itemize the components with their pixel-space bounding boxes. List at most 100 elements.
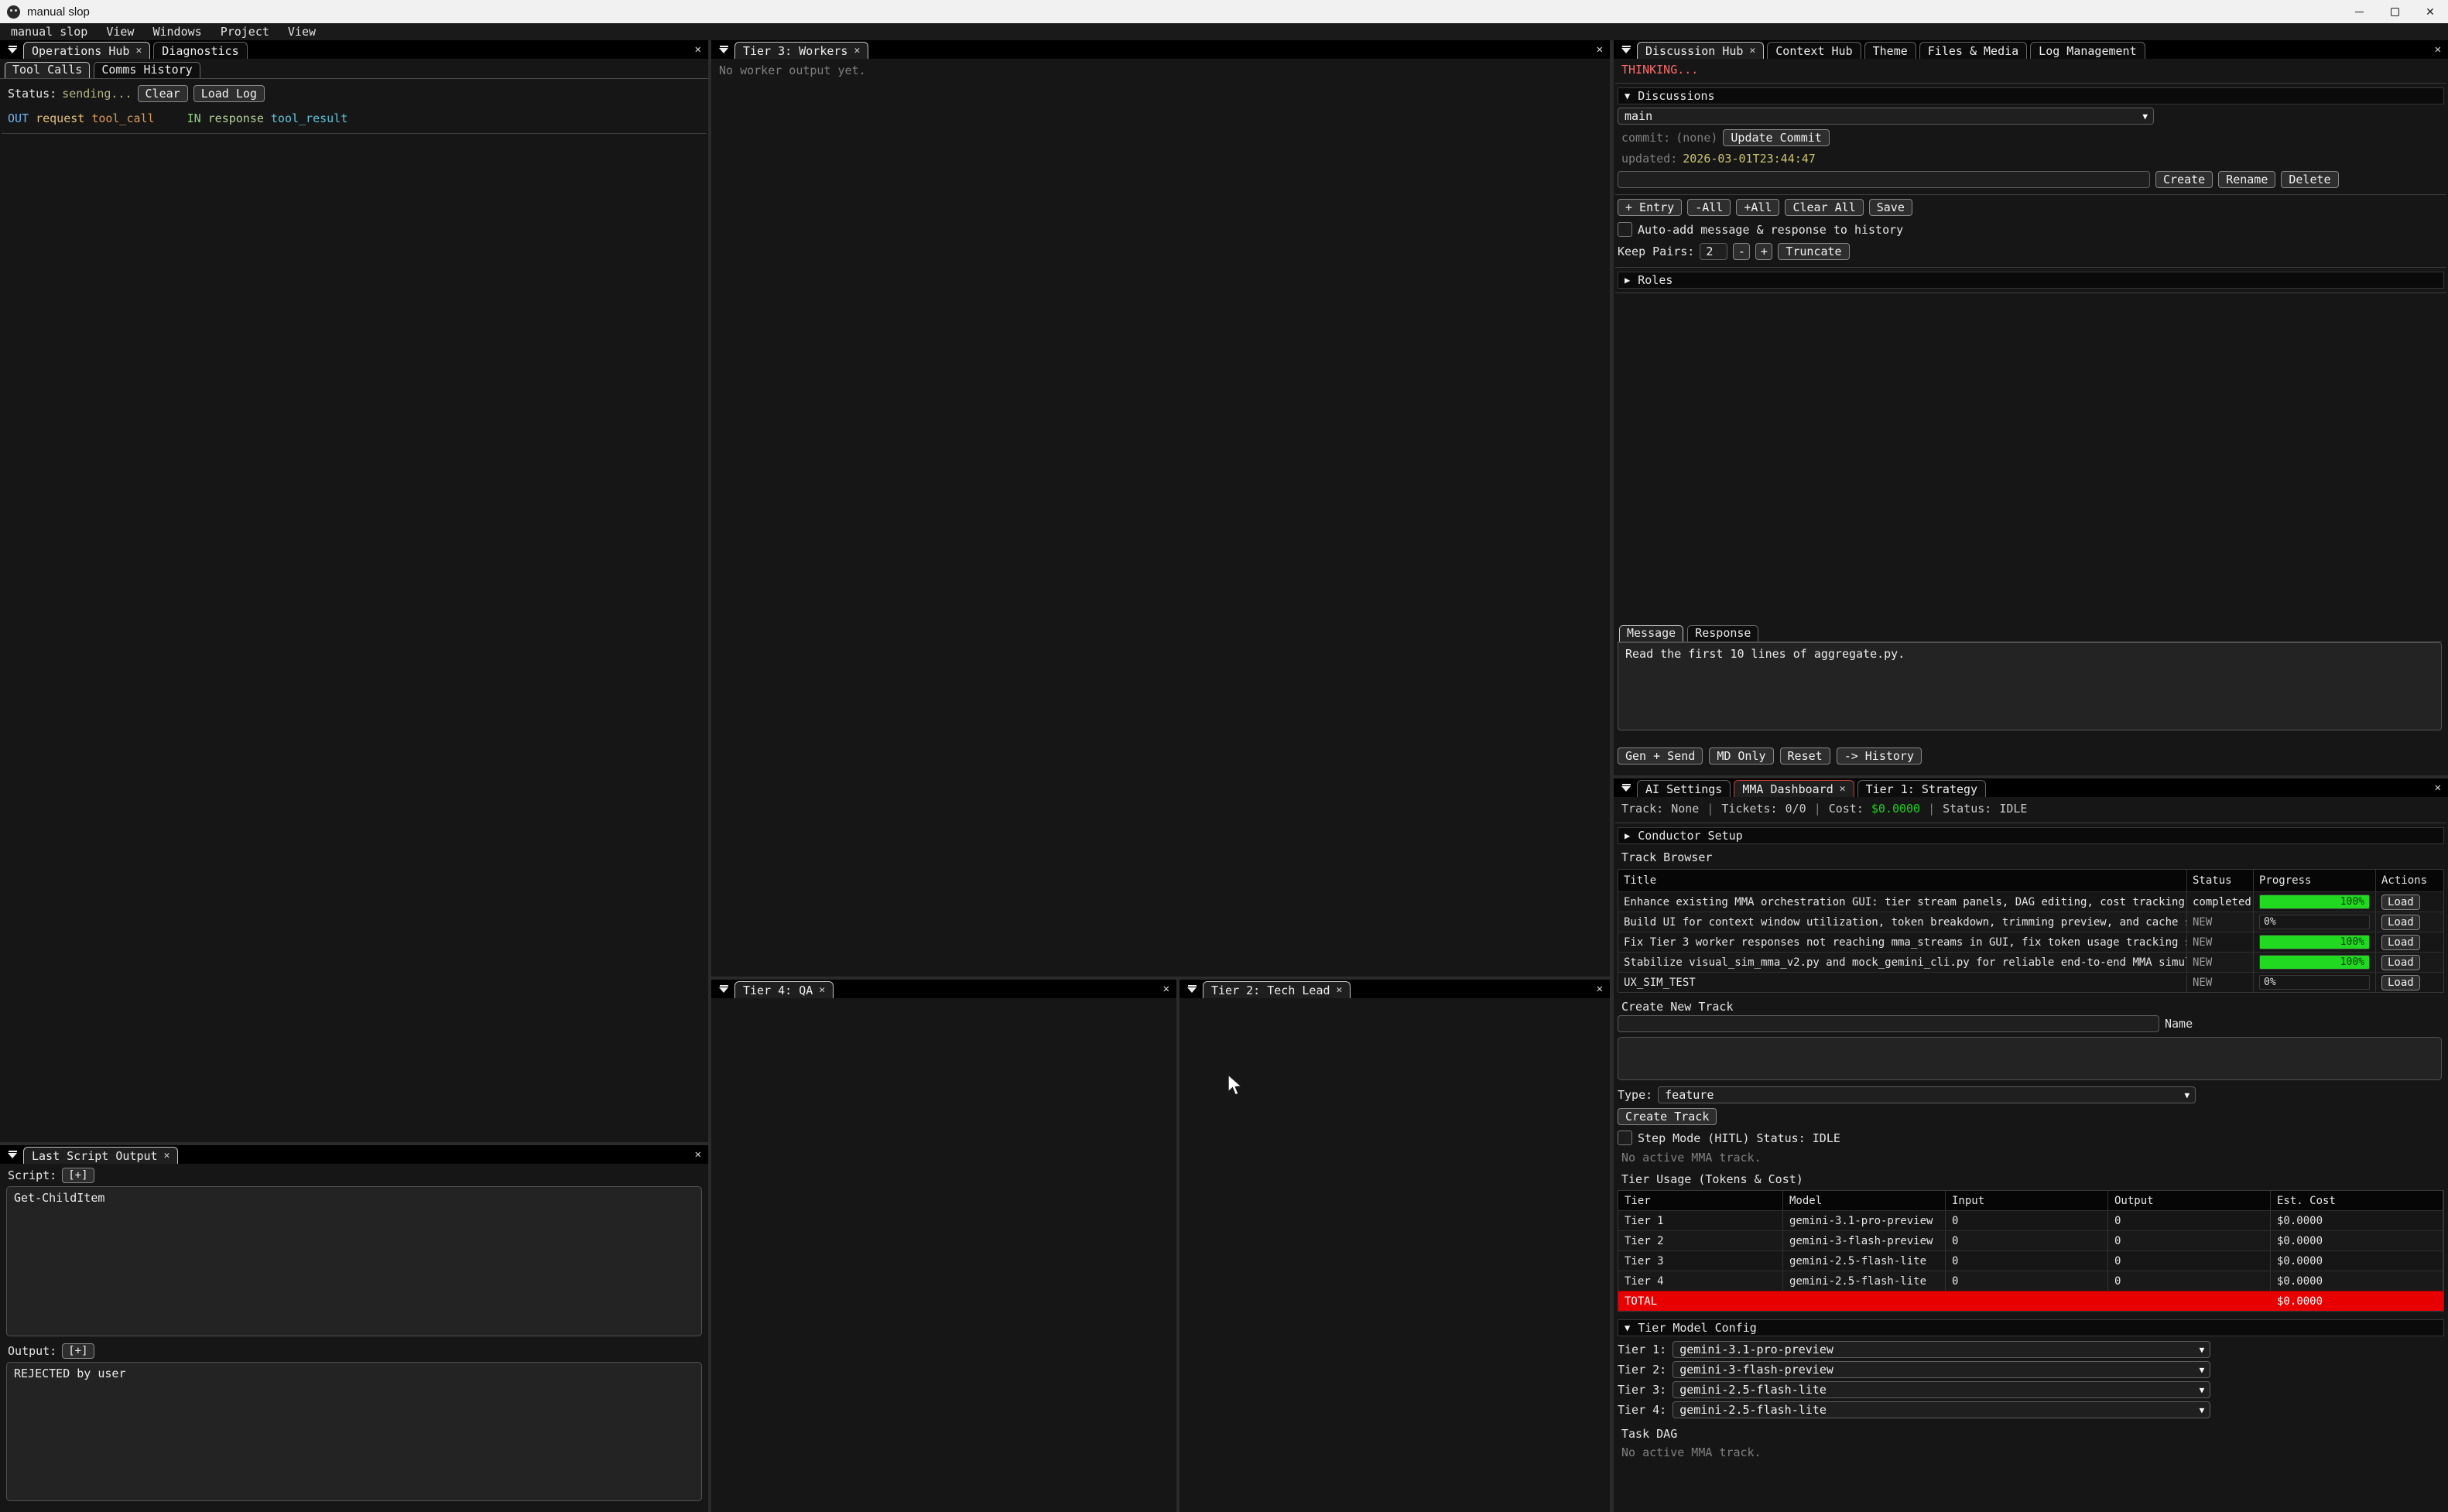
menu-item-windows[interactable]: Windows [143, 23, 211, 40]
close-tab-icon[interactable]: ✕ [854, 45, 860, 56]
chevron-right-icon: ▶ [1625, 275, 1630, 286]
close-panel-icon[interactable]: ✕ [2435, 782, 2441, 794]
delete-discussion-button[interactable]: Delete [2281, 171, 2338, 188]
tab-tier1-strategy[interactable]: Tier 1: Strategy [1857, 780, 1987, 797]
roles-header[interactable]: ▶ Roles [1618, 272, 2444, 289]
reset-button[interactable]: Reset [1780, 747, 1830, 765]
script-expand-button[interactable]: [+] [62, 1168, 94, 1183]
tab-theme[interactable]: Theme [1864, 42, 1916, 59]
keep-pairs-decrement-button[interactable]: - [1733, 243, 1750, 260]
script-textarea[interactable]: Get-ChildItem [6, 1186, 702, 1336]
clear-button[interactable]: Clear [138, 85, 188, 102]
close-panel-icon[interactable]: ✕ [1163, 983, 1169, 995]
tab-diagnostics[interactable]: Diagnostics [153, 42, 247, 59]
load-track-button[interactable]: Load [2381, 935, 2420, 950]
window-menu-icon[interactable] [5, 1147, 20, 1162]
expand-all-button[interactable]: +All [1736, 199, 1779, 216]
window-menu-icon[interactable] [5, 42, 20, 57]
create-discussion-button[interactable]: Create [2155, 171, 2213, 188]
tab-last-script-output[interactable]: Last Script Output ✕ [23, 1147, 178, 1164]
tab-tier2-techlead[interactable]: Tier 2: Tech Lead ✕ [1203, 981, 1351, 998]
menu-item-view2[interactable]: View [279, 23, 325, 40]
md-only-button[interactable]: MD Only [1709, 747, 1773, 765]
output-textarea[interactable]: REJECTED by user [6, 1362, 702, 1501]
load-track-button[interactable]: Load [2381, 955, 2420, 970]
tab-files-media[interactable]: Files & Media [1919, 42, 2027, 59]
gen-send-button[interactable]: Gen + Send [1618, 747, 1703, 765]
track-name-input[interactable] [1618, 1015, 2159, 1032]
truncate-button[interactable]: Truncate [1778, 243, 1849, 260]
menu-item-app[interactable]: manual slop [2, 23, 97, 40]
close-panel-icon[interactable]: ✕ [695, 43, 701, 56]
tier-model-config-header[interactable]: ▼ Tier Model Config [1618, 1319, 2444, 1336]
load-track-button[interactable]: Load [2381, 915, 2420, 930]
tab-tool-calls[interactable]: Tool Calls [5, 62, 90, 78]
tab-message[interactable]: Message [1619, 625, 1683, 641]
save-button[interactable]: Save [1869, 199, 1912, 216]
rename-discussion-button[interactable]: Rename [2218, 171, 2275, 188]
close-panel-icon[interactable]: ✕ [1597, 983, 1603, 995]
tab-discussion-hub[interactable]: Discussion Hub ✕ [1637, 42, 1764, 59]
tier2-model-select[interactable]: gemini-3-flash-preview ▼ [1673, 1361, 2210, 1378]
keep-pairs-increment-button[interactable]: + [1755, 243, 1772, 260]
load-log-button[interactable]: Load Log [193, 85, 265, 102]
load-track-button[interactable]: Load [2381, 895, 2420, 910]
updated-label: updated: [1621, 152, 1677, 166]
load-track-button[interactable]: Load [2381, 975, 2420, 990]
tier1-model-select[interactable]: gemini-3.1-pro-preview ▼ [1673, 1341, 2210, 1358]
keep-pairs-input[interactable] [1700, 243, 1727, 260]
maximize-button[interactable] [2377, 0, 2412, 23]
tab-ai-settings[interactable]: AI Settings [1637, 780, 1731, 797]
comms-legend: OUT request tool_call IN response tool_r… [0, 111, 708, 125]
tab-context-hub[interactable]: Context Hub [1767, 42, 1861, 59]
menu-item-project[interactable]: Project [211, 23, 279, 40]
tab-comms-history[interactable]: Comms History [94, 62, 200, 78]
message-textarea[interactable]: Read the first 10 lines of aggregate.py. [1618, 642, 2442, 730]
tab-response[interactable]: Response [1687, 625, 1758, 641]
tab-operations-hub[interactable]: Operations Hub ✕ [23, 42, 150, 59]
window-menu-icon[interactable] [1618, 780, 1634, 795]
discussion-select[interactable]: main ▼ [1618, 108, 2154, 125]
close-tab-icon[interactable]: ✕ [135, 45, 142, 56]
update-commit-button[interactable]: Update Commit [1723, 129, 1829, 146]
tab-mma-dashboard[interactable]: MMA Dashboard ✕ [1734, 780, 1854, 797]
close-panel-icon[interactable]: ✕ [1597, 43, 1603, 56]
track-type-select[interactable]: feature ▼ [1658, 1086, 2196, 1103]
create-track-button[interactable]: Create Track [1618, 1108, 1717, 1125]
cost-label: Cost: [1829, 802, 1864, 816]
tab-tier4-qa[interactable]: Tier 4: QA ✕ [734, 981, 834, 998]
minimize-button[interactable] [2341, 0, 2377, 23]
track-description-textarea[interactable] [1618, 1037, 2442, 1080]
menu-item-view[interactable]: View [97, 23, 143, 40]
close-panel-icon[interactable]: ✕ [2435, 43, 2441, 56]
close-tab-icon[interactable]: ✕ [164, 1150, 170, 1161]
mma-status-label: Status: [1943, 802, 1991, 816]
autoadd-checkbox[interactable] [1618, 222, 1632, 237]
to-history-button[interactable]: -> History [1837, 747, 1922, 765]
conductor-setup-header[interactable]: ▶ Conductor Setup [1618, 827, 2444, 844]
close-tab-icon[interactable]: ✕ [819, 984, 825, 996]
close-tab-icon[interactable]: ✕ [1337, 984, 1343, 996]
chevron-down-icon: ▼ [2200, 1405, 2205, 1415]
tier3-model-select[interactable]: gemini-2.5-flash-lite ▼ [1673, 1381, 2210, 1398]
tab-tier3-workers[interactable]: Tier 3: Workers ✕ [734, 42, 868, 59]
close-tab-icon[interactable]: ✕ [1749, 45, 1755, 56]
clear-all-button[interactable]: Clear All [1785, 199, 1863, 216]
window-menu-icon[interactable] [1618, 42, 1634, 57]
window-menu-icon[interactable] [1184, 981, 1200, 997]
discussion-name-input[interactable] [1618, 171, 2150, 188]
close-panel-icon[interactable]: ✕ [695, 1148, 701, 1161]
tier4-model-select[interactable]: gemini-2.5-flash-lite ▼ [1673, 1401, 2210, 1418]
close-tab-icon[interactable]: ✕ [1840, 783, 1846, 795]
tab-log-management[interactable]: Log Management [2030, 42, 2145, 59]
discussions-header[interactable]: ▼ Discussions [1618, 87, 2444, 104]
collapse-all-button[interactable]: -All [1687, 199, 1731, 216]
close-button[interactable]: ✕ [2412, 0, 2448, 23]
step-mode-checkbox[interactable] [1618, 1131, 1632, 1145]
table-row: Tier 1 gemini-3.1-pro-preview 0 0 $0.000… [1618, 1210, 2443, 1230]
add-entry-button[interactable]: + Entry [1618, 199, 1682, 216]
output-expand-button[interactable]: [+] [62, 1343, 94, 1359]
legend-response: response [208, 111, 264, 125]
window-menu-icon[interactable] [716, 42, 731, 57]
window-menu-icon[interactable] [716, 981, 731, 997]
